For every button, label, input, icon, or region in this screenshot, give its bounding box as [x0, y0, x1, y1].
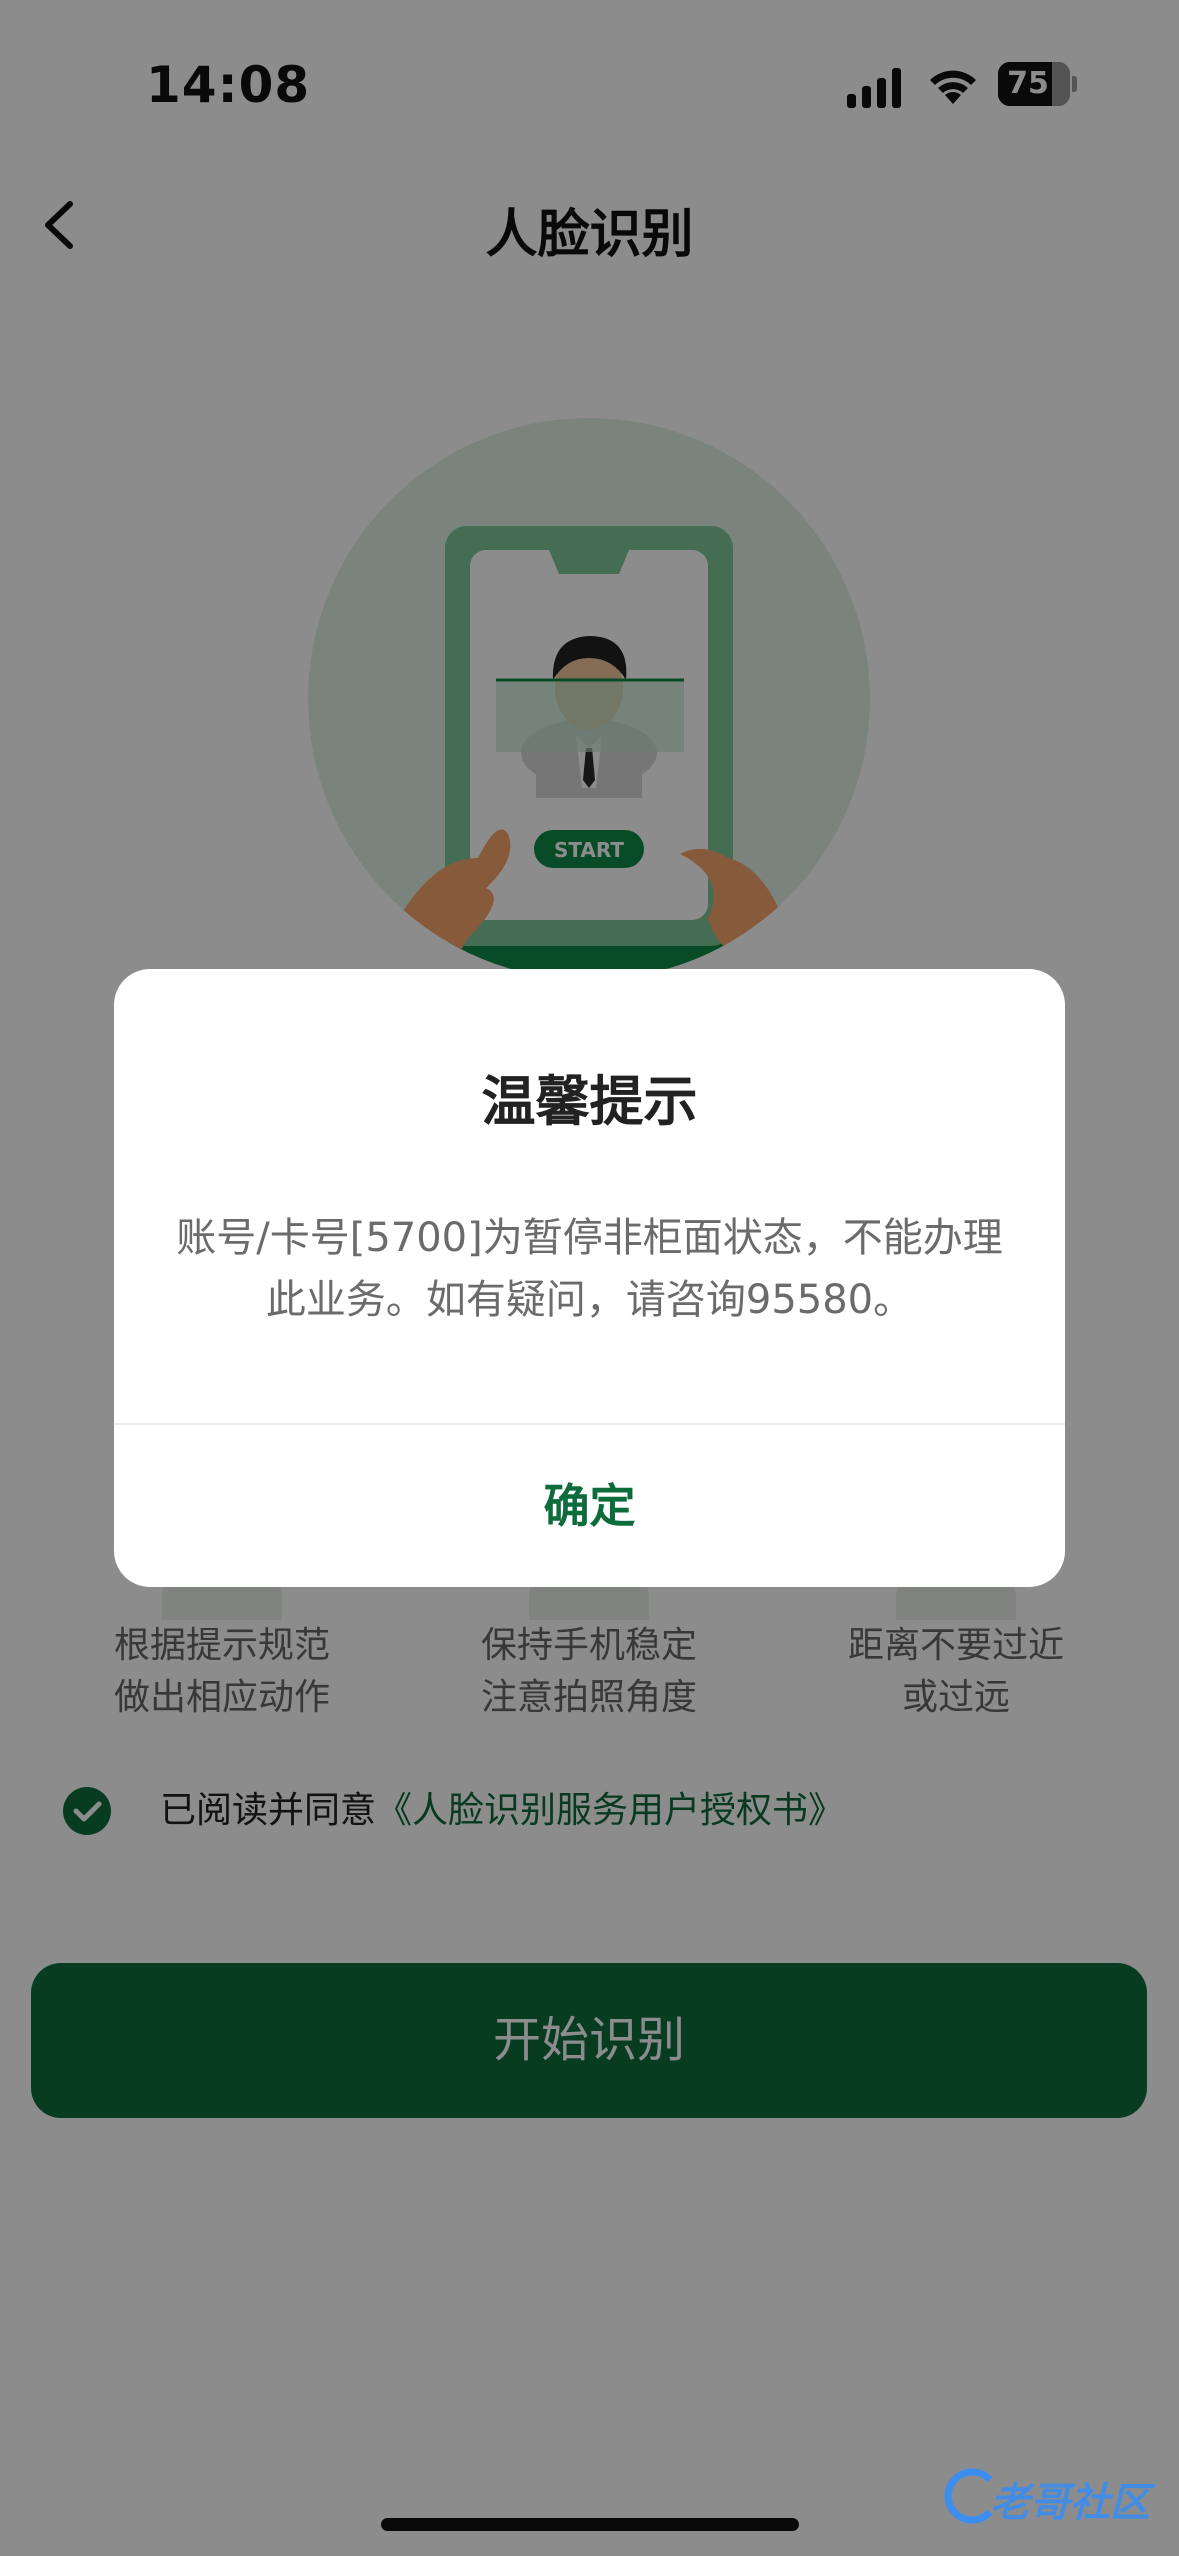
- alert-dialog: 温馨提示 账号/卡号[5700]为暂停非柜面状态，不能办理此业务。如有疑问，请咨…: [114, 969, 1065, 1587]
- watermark-logo: 老哥社区: [940, 2462, 1165, 2532]
- dialog-title: 温馨提示: [481, 1070, 698, 1133]
- dialog-message: 账号/卡号[5700]为暂停非柜面状态，不能办理此业务。如有疑问，请咨询9558…: [176, 1215, 1003, 1323]
- dialog-confirm-button[interactable]: 确定: [114, 1425, 1065, 1587]
